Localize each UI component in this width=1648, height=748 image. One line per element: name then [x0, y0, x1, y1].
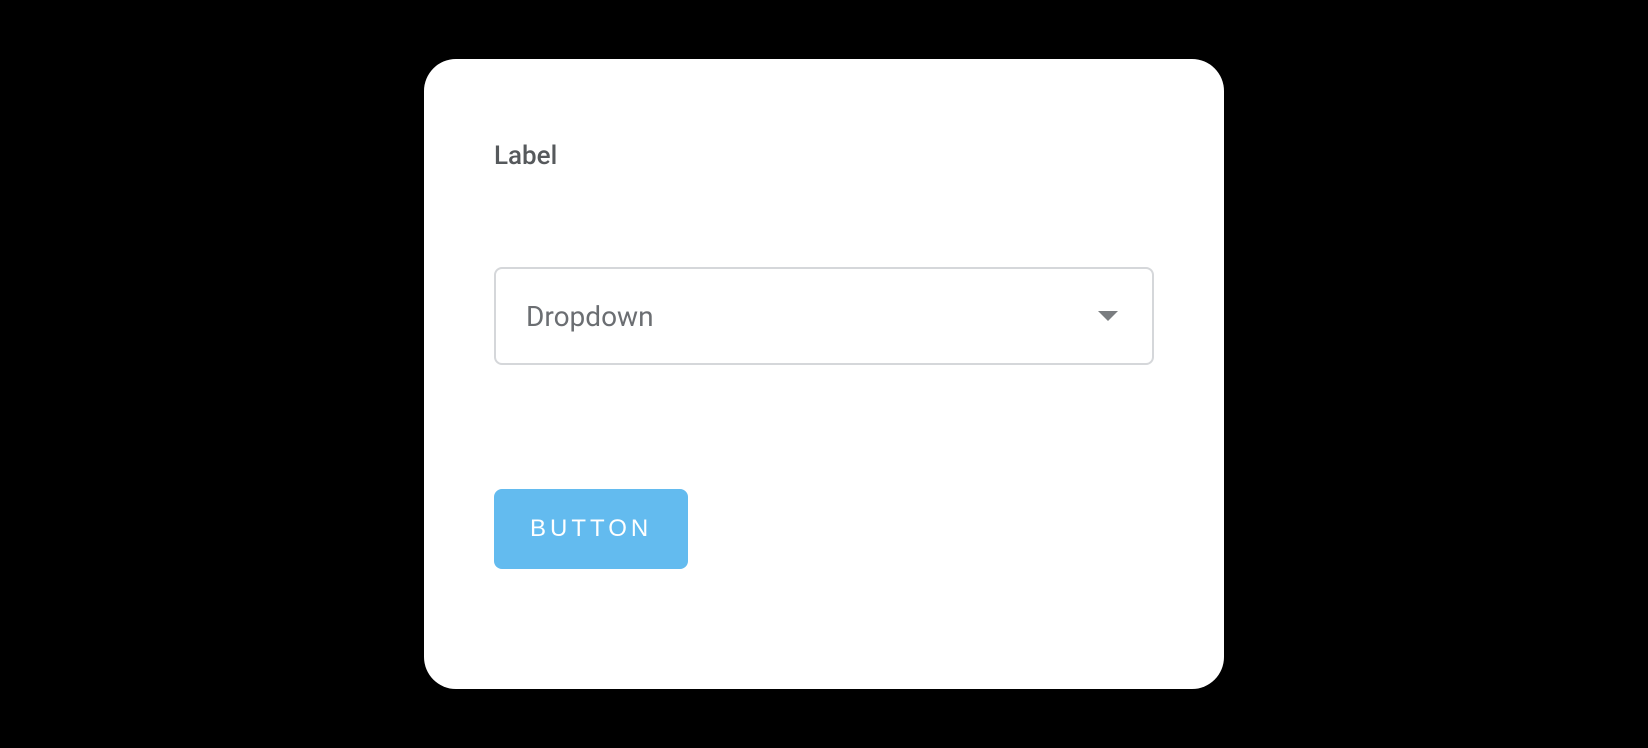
dropdown-select[interactable]: Dropdown: [494, 267, 1154, 365]
submit-button[interactable]: BUTTON: [494, 489, 688, 569]
dropdown-selected-text: Dropdown: [526, 300, 654, 333]
form-label: Label: [494, 141, 1154, 171]
form-card: Label Dropdown BUTTON: [424, 59, 1224, 689]
caret-down-icon: [1098, 311, 1118, 321]
